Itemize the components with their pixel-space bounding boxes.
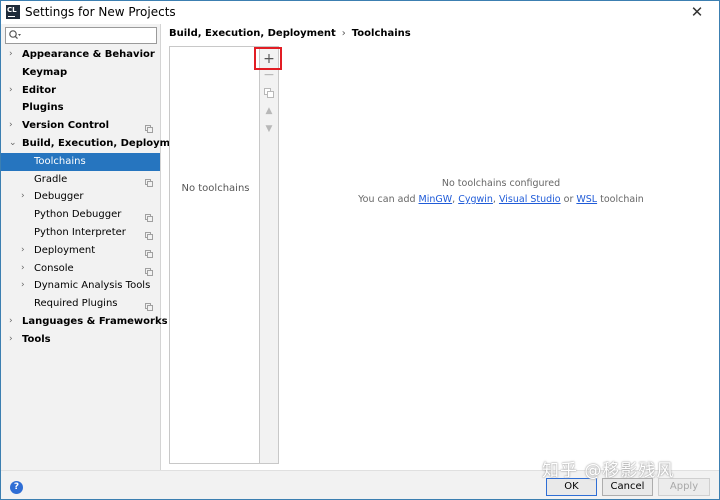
breadcrumb: Build, Execution, Deployment › Toolchains (169, 28, 411, 39)
sidebar-item-label: Python Interpreter (34, 226, 126, 238)
sidebar-item-label: Console (34, 262, 74, 274)
chevron-right-icon[interactable]: › (21, 188, 29, 206)
settings-sidebar: › Appearance & Behavior Keymap › Editor Plugi… (1, 24, 189, 470)
sidebar-item-deployment[interactable]: › Deployment (1, 242, 160, 260)
settings-tree: › Appearance & Behavior Keymap › Editor Plugi… (1, 46, 189, 349)
chevron-down-icon[interactable]: ⌄ (9, 135, 17, 153)
add-button-highlight-box (254, 47, 282, 70)
sidebar-item-tools[interactable]: › Tools (1, 331, 160, 349)
search-input[interactable] (24, 28, 154, 43)
app-icon-bar (8, 16, 15, 17)
sidebar-item-editor[interactable]: › Editor (1, 82, 160, 100)
sidebar-item-required-plugins[interactable]: Required Plugins (1, 295, 160, 313)
mingw-link[interactable]: MinGW (419, 194, 453, 205)
visual-studio-link[interactable]: Visual Studio (499, 194, 561, 205)
title-bar: CL Settings for New Projects ✕ (1, 1, 719, 24)
project-settings-icon (145, 229, 153, 240)
copy-icon (264, 88, 274, 98)
sidebar-item-label: Appearance & Behavior (22, 49, 155, 60)
sidebar-item-label: Build, Execution, Deployment (22, 137, 189, 149)
wsl-link[interactable]: WSL (576, 194, 597, 205)
sidebar-item-console[interactable]: › Console (1, 260, 160, 278)
clion-app-icon: CL (6, 5, 20, 19)
breadcrumb-separator: › (341, 28, 346, 39)
sidebar-item-python-interpreter[interactable]: Python Interpreter (1, 224, 160, 242)
toolchains-toolbar: + − ▲ ▼ (259, 46, 279, 464)
settings-search-box[interactable] (5, 27, 157, 44)
chevron-right-icon[interactable]: › (9, 313, 17, 331)
project-settings-icon (145, 300, 153, 312)
cygwin-link[interactable]: Cygwin (458, 194, 493, 205)
sidebar-item-label: Debugger (34, 191, 84, 203)
copy-toolchain-button[interactable] (260, 84, 278, 102)
window-title: Settings for New Projects (25, 5, 176, 19)
project-settings-icon (145, 122, 153, 134)
sidebar-item-label: Gradle (34, 173, 68, 185)
sidebar-item-languages-frameworks[interactable]: › Languages & Frameworks (1, 313, 168, 331)
move-down-button[interactable]: ▼ (260, 120, 278, 138)
chevron-right-icon[interactable]: › (9, 82, 17, 100)
sidebar-item-appearance-behavior[interactable]: › Appearance & Behavior (1, 46, 160, 64)
sidebar-item-gradle[interactable]: Gradle (1, 171, 160, 189)
project-settings-icon (145, 176, 153, 187)
sidebar-item-dynamic-analysis-tools[interactable]: › Dynamic Analysis Tools (1, 277, 160, 295)
project-settings-icon (145, 247, 153, 258)
sidebar-item-label: Tools (22, 333, 51, 345)
sidebar-item-label: Python Debugger (34, 209, 122, 221)
sidebar-item-debugger[interactable]: › Debugger (1, 188, 160, 206)
project-settings-icon (145, 211, 153, 223)
sidebar-item-label: Plugins (22, 102, 64, 114)
chevron-right-icon[interactable]: › (21, 242, 29, 260)
breadcrumb-current: Toolchains (351, 28, 411, 39)
sidebar-item-label: Required Plugins (34, 298, 118, 310)
sidebar-item-label: Languages & Frameworks (22, 315, 168, 327)
sidebar-item-python-debugger[interactable]: Python Debugger (1, 206, 160, 224)
empty-state-hint: You can add MinGW, Cygwin, Visual Studio… (281, 194, 720, 205)
toolchains-list-empty-text: No toolchains (181, 183, 250, 194)
sidebar-item-toolchains[interactable]: Toolchains (1, 152, 160, 171)
search-icon (9, 30, 21, 40)
chevron-right-icon[interactable]: › (9, 117, 17, 135)
hint-suffix: toolchain (597, 194, 644, 205)
toolchains-list[interactable]: No toolchains (169, 46, 260, 464)
chevron-right-icon[interactable]: › (21, 260, 29, 278)
move-up-button[interactable]: ▲ (260, 102, 278, 120)
close-icon[interactable]: ✕ (689, 3, 705, 21)
watermark: 知乎 @移影残风 (542, 461, 675, 481)
chevron-right-icon[interactable]: › (9, 46, 17, 64)
project-settings-icon (145, 265, 153, 276)
hint-or: or (560, 194, 577, 205)
sidebar-item-keymap[interactable]: Keymap (1, 64, 160, 82)
sidebar-item-label: Dynamic Analysis Tools (34, 280, 151, 292)
sidebar-item-plugins[interactable]: Plugins (1, 99, 160, 117)
help-icon[interactable]: ? (10, 481, 23, 494)
sidebar-item-label: Version Control (22, 120, 110, 132)
settings-dialog: CL Settings for New Projects ✕ › Appearan… (0, 0, 720, 500)
app-icon-text: CL (7, 6, 17, 14)
chevron-right-icon[interactable]: › (21, 277, 29, 295)
sidebar-item-label: Deployment (34, 244, 96, 256)
chevron-right-icon[interactable]: › (9, 331, 17, 349)
empty-state-title: No toolchains configured (441, 178, 561, 189)
breadcrumb-parent[interactable]: Build, Execution, Deployment (169, 28, 336, 39)
sidebar-item-label: Keymap (22, 66, 68, 78)
sidebar-item-label: Toolchains (34, 155, 86, 167)
sidebar-item-label: Editor (22, 84, 56, 96)
sidebar-item-build-execution-deployment[interactable]: ⌄ Build, Execution, Deployment (1, 135, 189, 153)
hint-prefix: You can add (358, 194, 419, 205)
sidebar-item-version-control[interactable]: › Version Control (1, 117, 160, 135)
